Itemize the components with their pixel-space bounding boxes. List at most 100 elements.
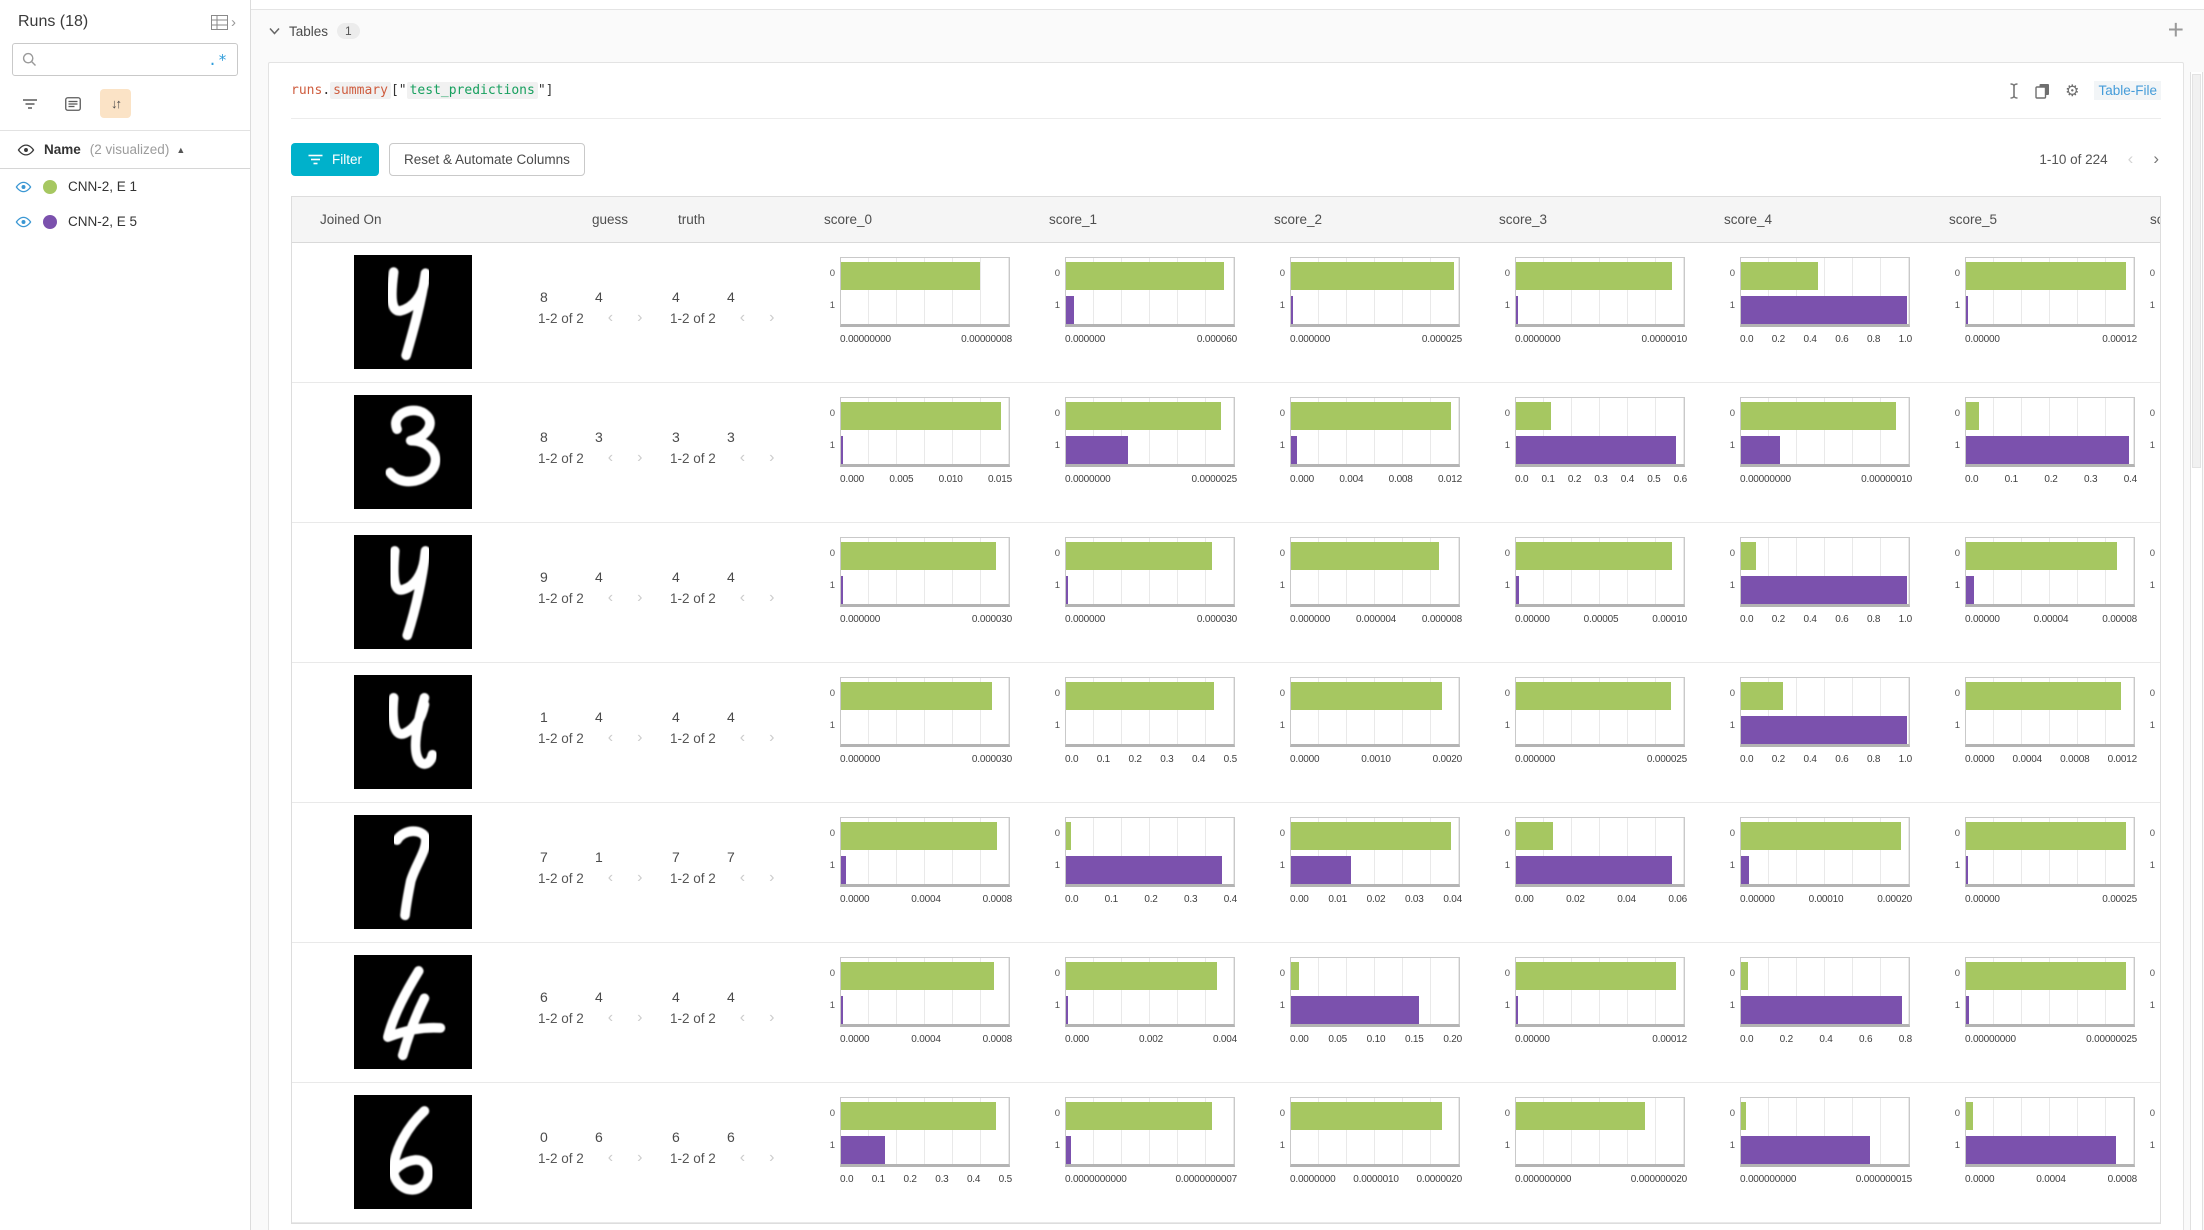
sort-caret-icon[interactable]: ▲ bbox=[176, 145, 185, 155]
column-header-score_1[interactable]: score_1 bbox=[1019, 212, 1244, 227]
table-row[interactable]: 641-2 of 2‹›441-2 of 2‹›010.00000.00040.… bbox=[292, 943, 2160, 1083]
run-list-item[interactable]: CNN-2, E 1 bbox=[0, 169, 250, 204]
cell-next-button[interactable]: › bbox=[637, 1150, 642, 1166]
runs-search-input[interactable] bbox=[44, 51, 201, 68]
cell-prev-button[interactable]: ‹ bbox=[608, 1150, 613, 1166]
cell-next-button[interactable]: › bbox=[769, 870, 774, 886]
cell-pagination-label: 1-2 of 2 bbox=[538, 871, 584, 886]
text-cursor-icon[interactable] bbox=[2008, 83, 2020, 99]
filter-button[interactable]: Filter bbox=[291, 143, 379, 176]
query-expression[interactable]: runs.summary["test_predictions"] bbox=[291, 83, 553, 98]
runs-group-button[interactable] bbox=[57, 89, 88, 118]
run-visibility-eye-icon[interactable] bbox=[15, 181, 32, 193]
histogram-bar-run1 bbox=[1066, 822, 1071, 850]
prev-page-button[interactable]: ‹ bbox=[2128, 149, 2134, 169]
visibility-eye-icon[interactable] bbox=[17, 144, 35, 156]
cell-prev-button[interactable]: ‹ bbox=[608, 870, 613, 886]
scrollbar-thumb[interactable] bbox=[2192, 74, 2201, 468]
histogram-bar-run2 bbox=[1741, 856, 1749, 884]
cell-next-button[interactable]: › bbox=[769, 730, 774, 746]
cell-next-button[interactable]: › bbox=[637, 730, 642, 746]
histogram-bar-run1 bbox=[1516, 682, 1671, 710]
histogram-bar-run2 bbox=[1291, 436, 1297, 464]
x-tick-label: 0.6 bbox=[1859, 1034, 1872, 1045]
cell-next-button[interactable]: › bbox=[637, 450, 642, 466]
cell-next-button[interactable]: › bbox=[769, 1010, 774, 1026]
run-name-label[interactable]: CNN-2, E 5 bbox=[68, 214, 137, 229]
column-header-score_3[interactable]: score_3 bbox=[1469, 212, 1694, 227]
cell-prev-button[interactable]: ‹ bbox=[608, 450, 613, 466]
regex-toggle[interactable]: .* bbox=[208, 51, 228, 69]
column-header-score_6[interactable]: score_6 bbox=[2144, 212, 2161, 227]
cell-prev-button[interactable]: ‹ bbox=[608, 730, 613, 746]
histogram-bar-run2 bbox=[1966, 436, 2129, 464]
cell-prev-button[interactable]: ‹ bbox=[740, 310, 745, 326]
tables-section-title[interactable]: Tables bbox=[289, 24, 328, 39]
column-header-score_4[interactable]: score_4 bbox=[1694, 212, 1919, 227]
cell-next-button[interactable]: › bbox=[769, 1150, 774, 1166]
cell-prev-button[interactable]: ‹ bbox=[740, 870, 745, 886]
reset-automate-columns-button[interactable]: Reset & Automate Columns bbox=[389, 143, 585, 176]
y-tick-label: 1 bbox=[1280, 300, 1285, 311]
table-row[interactable]: 061-2 of 2‹›661-2 of 2‹›010.00.10.20.30.… bbox=[292, 1083, 2160, 1223]
cell-prev-button[interactable]: ‹ bbox=[740, 1150, 745, 1166]
cell-next-button[interactable]: › bbox=[637, 590, 642, 606]
table-row[interactable]: 831-2 of 2‹›331-2 of 2‹›010.0000.0050.01… bbox=[292, 383, 2160, 523]
copy-icon[interactable] bbox=[2035, 83, 2050, 99]
cell-next-button[interactable]: › bbox=[637, 310, 642, 326]
expand-sidebar-icon[interactable]: › bbox=[231, 14, 236, 31]
column-header-score_2[interactable]: score_2 bbox=[1244, 212, 1469, 227]
column-header-joined-on[interactable]: Joined On bbox=[292, 212, 524, 227]
cell-next-button[interactable]: › bbox=[637, 870, 642, 886]
runs-sort-button[interactable]: ↓↑ bbox=[100, 89, 131, 118]
score-histogram: 01 bbox=[1049, 397, 1244, 467]
table-row[interactable]: 941-2 of 2‹›441-2 of 2‹›010.0000000.0000… bbox=[292, 523, 2160, 663]
cell-prev-button[interactable]: ‹ bbox=[608, 1010, 613, 1026]
runs-search-box[interactable]: .* bbox=[12, 43, 238, 76]
run-list-item[interactable]: CNN-2, E 5 bbox=[0, 204, 250, 239]
gear-icon[interactable]: ⚙ bbox=[2065, 81, 2079, 101]
runs-table-view-icon[interactable] bbox=[211, 15, 228, 30]
chevron-down-icon[interactable] bbox=[269, 27, 280, 35]
cell-prev-button[interactable]: ‹ bbox=[740, 1010, 745, 1026]
histogram-y-axis: 01 bbox=[1499, 397, 1515, 467]
search-icon bbox=[22, 52, 37, 67]
runs-filter-button[interactable] bbox=[14, 89, 45, 118]
x-tick-label: 0.1 bbox=[872, 1174, 885, 1185]
cell-next-button[interactable]: › bbox=[769, 310, 774, 326]
y-tick-label: 1 bbox=[1055, 440, 1060, 451]
column-header-score_0[interactable]: score_0 bbox=[794, 212, 1019, 227]
cell-next-button[interactable]: › bbox=[769, 450, 774, 466]
y-tick-label: 0 bbox=[1955, 1108, 1960, 1119]
x-tick-label: 0.02 bbox=[1566, 894, 1585, 905]
column-header-truth[interactable]: truth bbox=[652, 212, 794, 227]
cell-prev-button[interactable]: ‹ bbox=[740, 450, 745, 466]
x-tick-label: 0.0000010 bbox=[1642, 334, 1687, 345]
column-header-guess[interactable]: guess bbox=[524, 212, 652, 227]
run-visibility-eye-icon[interactable] bbox=[15, 216, 32, 228]
y-tick-label: 1 bbox=[830, 1000, 835, 1011]
table-row[interactable]: 711-2 of 2‹›771-2 of 2‹›010.00000.00040.… bbox=[292, 803, 2160, 943]
cell-prev-button[interactable]: ‹ bbox=[608, 310, 613, 326]
cell-next-button[interactable]: › bbox=[637, 1010, 642, 1026]
vertical-scrollbar[interactable] bbox=[2190, 72, 2203, 1230]
cell-prev-button[interactable]: ‹ bbox=[740, 730, 745, 746]
table-row[interactable]: 141-2 of 2‹›441-2 of 2‹›010.0000000.0000… bbox=[292, 663, 2160, 803]
column-header-score_5[interactable]: score_5 bbox=[1919, 212, 2144, 227]
score-cell: 010.0000000.0000040.000008 bbox=[1244, 523, 1469, 662]
cell-next-button[interactable]: › bbox=[769, 590, 774, 606]
guess-truth-cell: 771-2 of 2‹› bbox=[652, 803, 794, 942]
next-page-button[interactable]: › bbox=[2153, 149, 2159, 169]
run-name-label[interactable]: CNN-2, E 1 bbox=[68, 179, 137, 194]
histogram-bar-run1 bbox=[1966, 962, 2126, 990]
add-panel-button[interactable]: + bbox=[2168, 16, 2184, 44]
histogram-y-axis: 01 bbox=[1274, 397, 1290, 467]
table-file-link[interactable]: Table-File bbox=[2094, 81, 2161, 100]
x-tick-label: 0.000030 bbox=[972, 754, 1012, 765]
runs-name-column-header[interactable]: Name (2 visualized) ▲ bbox=[0, 131, 250, 169]
cell-prev-button[interactable]: ‹ bbox=[740, 590, 745, 606]
y-tick-label: 1 bbox=[830, 580, 835, 591]
table-row[interactable]: 841-2 of 2‹›441-2 of 2‹›010.000000000.00… bbox=[292, 243, 2160, 383]
histogram-y-axis: 01 bbox=[1049, 677, 1065, 747]
cell-prev-button[interactable]: ‹ bbox=[608, 590, 613, 606]
